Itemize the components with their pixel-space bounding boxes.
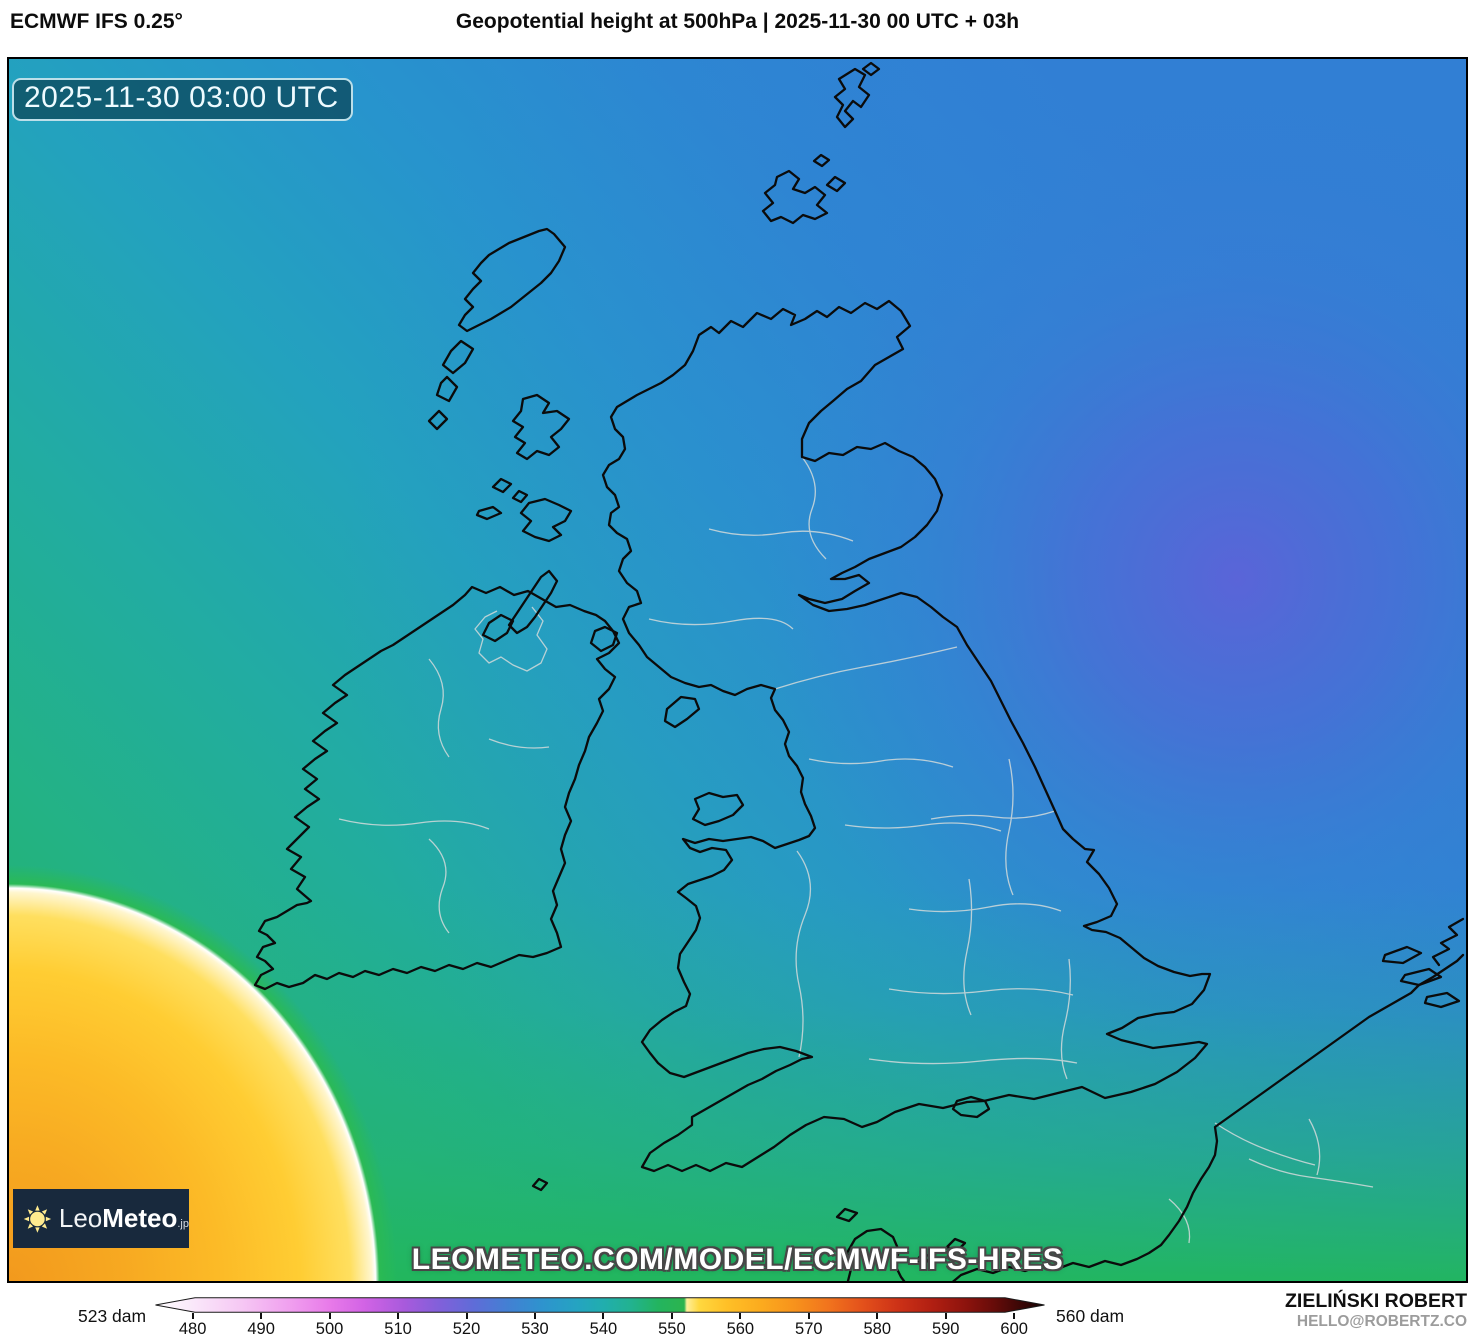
colorbar-tick	[397, 1313, 399, 1319]
colorbar-tick	[1013, 1313, 1015, 1319]
colorbar-tick-label: 570	[795, 1320, 823, 1338]
colorbar-tick	[945, 1313, 947, 1319]
colorbar-tick	[602, 1313, 604, 1319]
colorbar	[155, 1297, 1045, 1313]
logo-text: LeoMeteo.jp	[59, 1203, 189, 1234]
colorbar-tick	[192, 1313, 194, 1319]
logo-text-bold: Meteo	[102, 1203, 177, 1233]
colorbar-tick-label: 550	[658, 1320, 686, 1338]
colorbar-tick	[739, 1313, 741, 1319]
colorbar-tick	[876, 1313, 878, 1319]
colorbar-tick-label: 530	[521, 1320, 549, 1338]
author-name: ZIELIŃSKI ROBERT	[1285, 1290, 1467, 1312]
page-title: Geopotential height at 500hPa | 2025-11-…	[0, 10, 1475, 34]
colorbar-tick-label: 510	[384, 1320, 412, 1338]
colorbar-tick	[534, 1313, 536, 1319]
colorbar-tick	[260, 1313, 262, 1319]
sun-icon	[22, 1201, 53, 1237]
logo-text-light: Leo	[59, 1203, 102, 1233]
logo-text-suffix: .jp	[177, 1218, 189, 1230]
colorbar-tick-label: 590	[932, 1320, 960, 1338]
watermark-url: LEOMETEO.COM/MODEL/ECMWF-IFS-HRES	[9, 1243, 1466, 1277]
colorbar-tick-label: 560	[727, 1320, 755, 1338]
colorbar-tick-label: 520	[453, 1320, 481, 1338]
colorbar-tick-label: 480	[179, 1320, 207, 1338]
leometeo-logo: LeoMeteo.jp	[13, 1189, 189, 1248]
colorbar-tick-label: 490	[247, 1320, 275, 1338]
timestamp-badge: 2025-11-30 03:00 UTC	[12, 78, 353, 121]
colorbar-tick	[671, 1313, 673, 1319]
colorbar-tick-label: 540	[590, 1320, 618, 1338]
attribution: ZIELIŃSKI ROBERT HELLO@ROBERTZ.CO	[1285, 1290, 1467, 1331]
field-gradient-layers	[9, 59, 1468, 1283]
author-contact: HELLO@ROBERTZ.CO	[1285, 1313, 1467, 1331]
colorbar-tick	[808, 1313, 810, 1319]
colorbar-tick	[329, 1313, 331, 1319]
colorbar-min-label: 523 dam	[78, 1306, 146, 1327]
colorbar-tick-label: 500	[316, 1320, 344, 1338]
colorbar-tick-label: 600	[1000, 1320, 1028, 1338]
geopotential-field-canvas	[9, 59, 1468, 1283]
colorbar-gradient-arrow	[156, 1298, 1045, 1312]
weather-map: 2025-11-30 03:00 UTC LEOMETEO.COM/MODEL/…	[7, 57, 1468, 1283]
colorbar-max-label: 560 dam	[1056, 1306, 1124, 1327]
colorbar-tick-label: 580	[864, 1320, 892, 1338]
colorbar-tick	[466, 1313, 468, 1319]
